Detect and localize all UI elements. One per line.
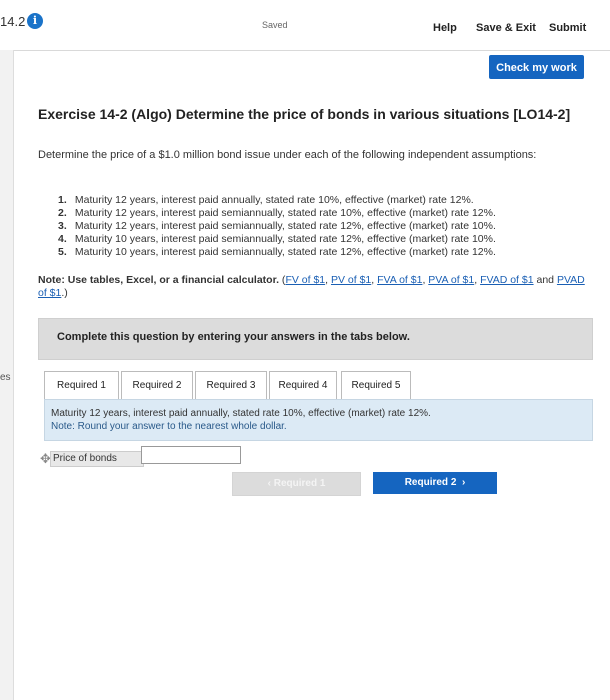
tab-required-2[interactable]: Required 2 [121, 371, 193, 400]
left-side-panel-label: es [0, 372, 11, 383]
exercise-intro: Determine the price of a $1.0 million bo… [38, 149, 537, 161]
assumption-text: Maturity 12 years, interest paid semiann… [74, 207, 496, 219]
note-paragraph: Note: Use tables, Excel, or a financial … [38, 274, 588, 300]
pva-of-1-link[interactable]: PVA of $1 [428, 274, 474, 286]
assumption-item: 2. Maturity 12 years, interest paid semi… [58, 207, 598, 220]
pv-of-1-link[interactable]: PV of $1 [331, 274, 371, 286]
note-close: .) [61, 287, 68, 299]
save-exit-link[interactable]: Save & Exit [476, 22, 536, 34]
question-number: 14.2 [0, 14, 26, 29]
note-bold: Note: Use tables, Excel, or a financial … [38, 274, 280, 286]
instructions-text: Complete this question by entering your … [57, 331, 410, 343]
submit-link[interactable]: Submit [549, 22, 586, 34]
next-required-button[interactable]: Required 2 › [373, 472, 497, 494]
assumption-number: 1. [58, 194, 67, 206]
saved-status: Saved [262, 20, 288, 30]
chevron-right-icon: › [461, 477, 466, 488]
requirement-panel: Maturity 12 years, interest paid annuall… [44, 399, 593, 441]
fv-of-1-link[interactable]: FV of $1 [285, 274, 325, 286]
chevron-left-icon: ‹ [267, 478, 271, 489]
instructions-box: Complete this question by entering your … [38, 318, 593, 360]
assumption-number: 3. [58, 220, 67, 232]
tab-required-1[interactable]: Required 1 [44, 371, 119, 400]
assumption-item: 3. Maturity 12 years, interest paid semi… [58, 220, 598, 233]
tab-required-5[interactable]: Required 5 [341, 371, 411, 400]
assumption-item: 4. Maturity 10 years, interest paid semi… [58, 233, 598, 246]
fvad-of-1-link[interactable]: FVAD of $1 [480, 274, 534, 286]
next-required-label: Required 2 [404, 477, 457, 488]
exercise-title: Exercise 14-2 (Algo) Determine the price… [38, 106, 571, 122]
price-of-bonds-label: Price of bonds [50, 451, 144, 467]
assumption-item: 1. Maturity 12 years, interest paid annu… [58, 194, 598, 207]
assumption-number: 2. [58, 207, 67, 219]
rounding-note: Note: Round your answer to the nearest w… [51, 421, 287, 432]
assumptions-list: 1. Maturity 12 years, interest paid annu… [38, 194, 598, 259]
assumption-text: Maturity 10 years, interest paid semiann… [74, 233, 496, 245]
previous-required-button[interactable]: ‹ Required 1 [232, 472, 361, 496]
and-word: and [533, 274, 557, 286]
assumption-text: Maturity 12 years, interest paid annuall… [74, 194, 474, 206]
fva-of-1-link[interactable]: FVA of $1 [377, 274, 422, 286]
assumption-number: 4. [58, 233, 67, 245]
info-icon[interactable]: i [27, 13, 43, 29]
top-bar: 14.2 i Saved Help Save & Exit Submit [0, 0, 610, 51]
previous-required-label: Required 1 [273, 478, 326, 489]
requirement-description: Maturity 12 years, interest paid annuall… [51, 408, 431, 419]
assumption-number: 5. [58, 246, 67, 258]
assumption-text: Maturity 12 years, interest paid semiann… [74, 220, 496, 232]
help-link[interactable]: Help [433, 22, 457, 34]
assumption-item: 5. Maturity 10 years, interest paid semi… [58, 246, 598, 259]
price-of-bonds-input[interactable] [141, 446, 241, 464]
assumption-text: Maturity 10 years, interest paid semiann… [74, 246, 496, 258]
tab-required-3[interactable]: Required 3 [195, 371, 267, 400]
tab-required-4[interactable]: Required 4 [269, 371, 337, 400]
check-my-work-button[interactable]: Check my work [489, 55, 584, 79]
